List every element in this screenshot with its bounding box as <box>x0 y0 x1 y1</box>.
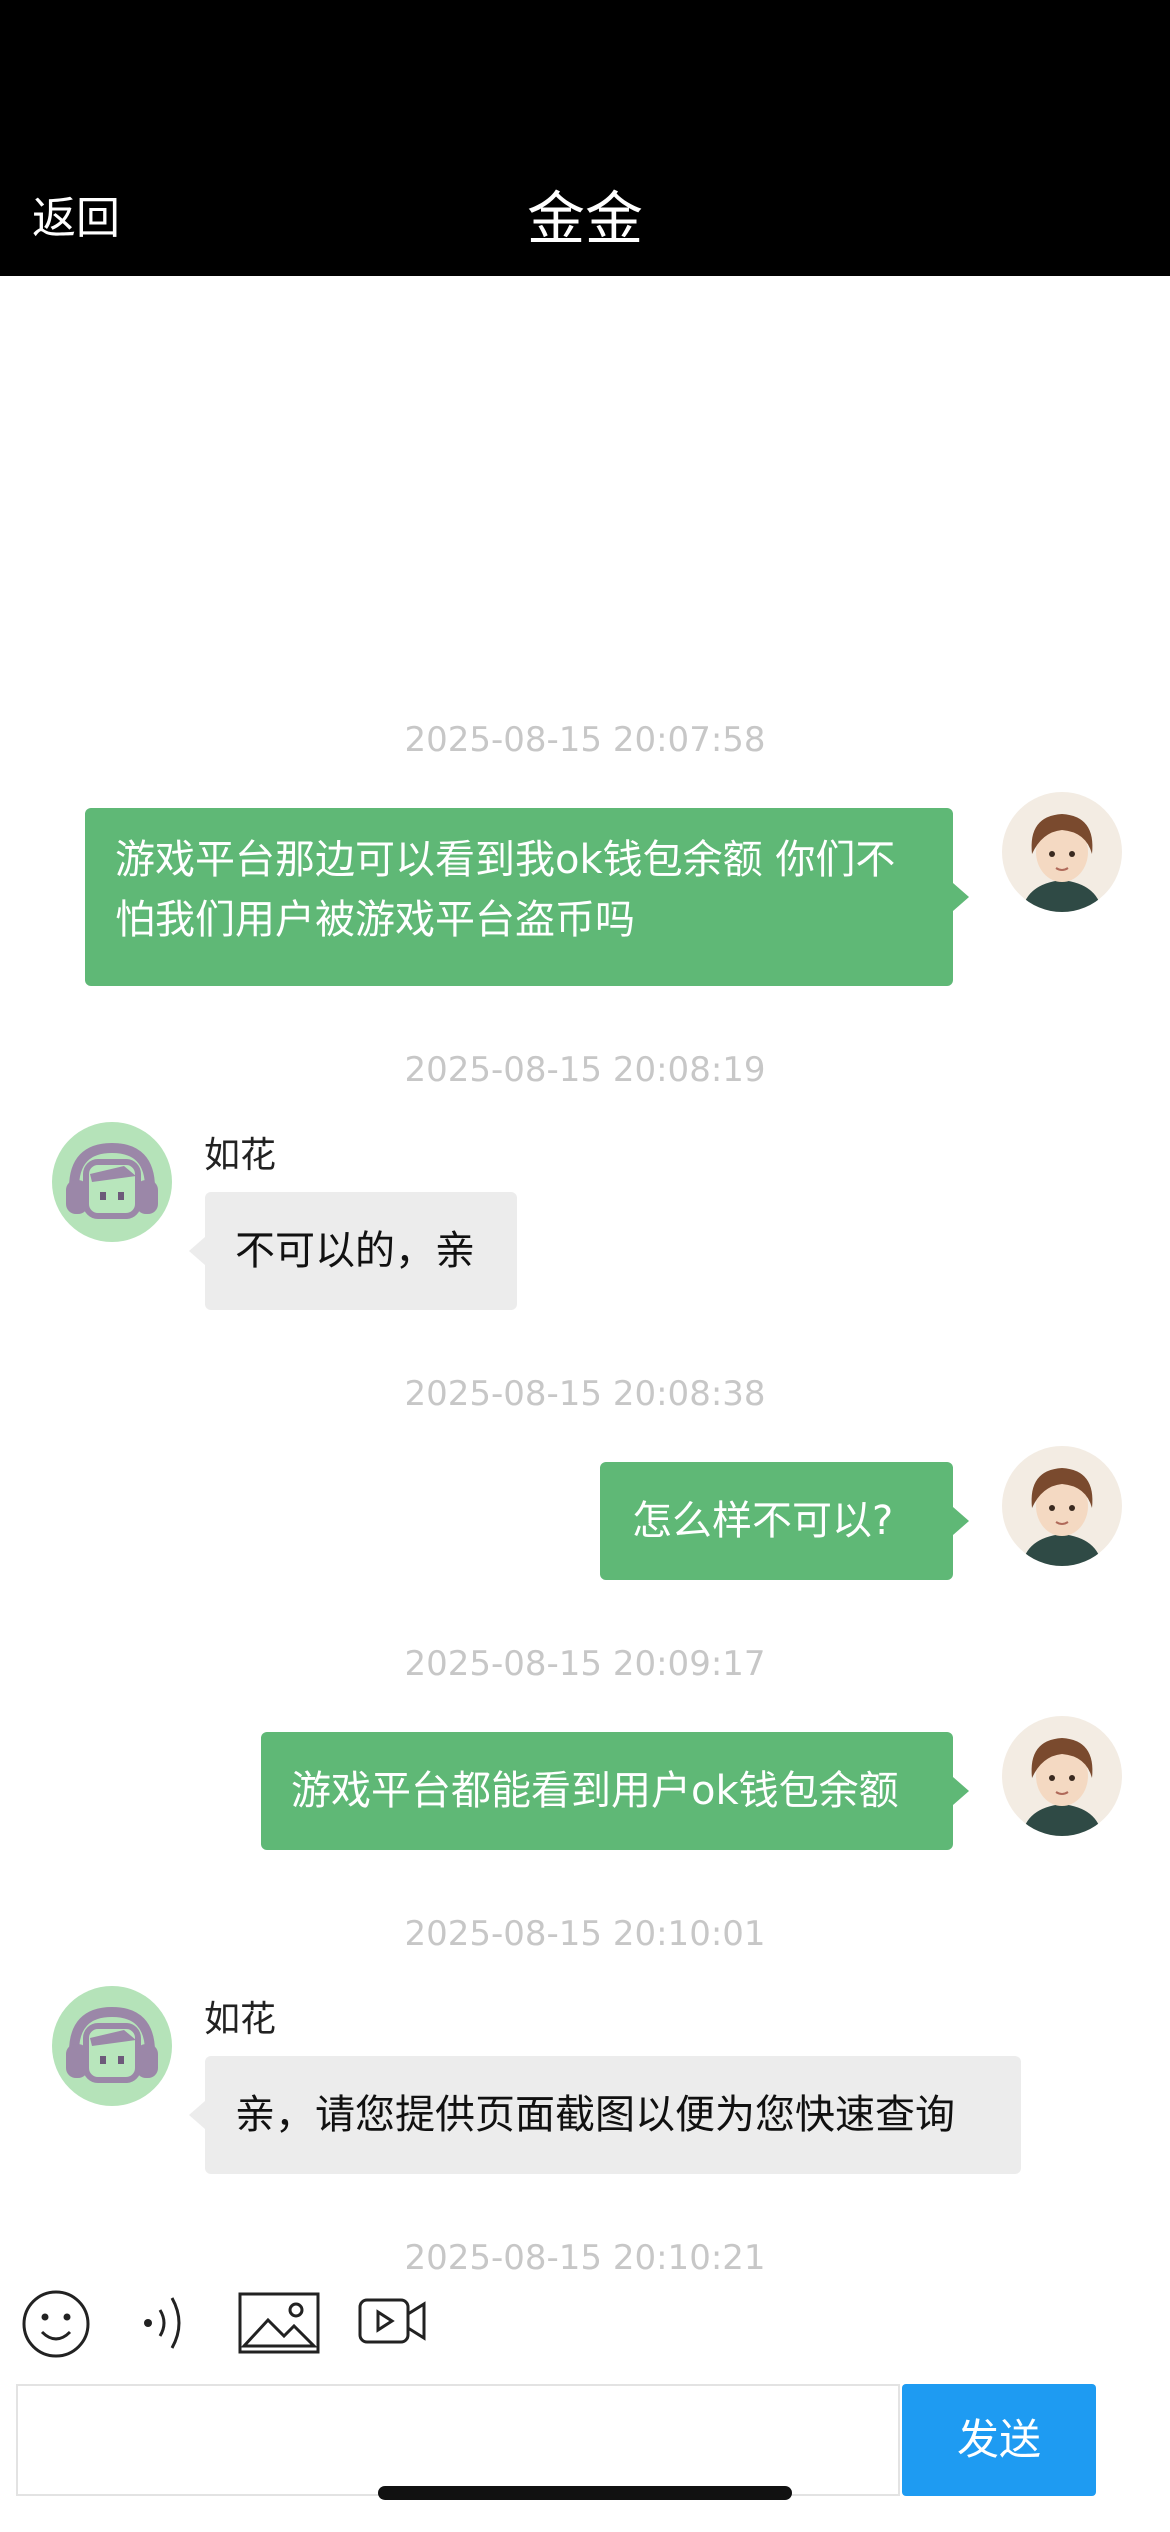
agent-avatar[interactable] <box>52 1122 172 1242</box>
user-avatar[interactable] <box>1002 792 1122 912</box>
sender-name: 如花 <box>204 1135 277 1176</box>
image-icon[interactable] <box>238 2292 320 2358</box>
voice-icon[interactable] <box>138 2290 194 2360</box>
incoming-message[interactable]: 不可以的，亲 <box>189 1192 517 1310</box>
emoji-icon[interactable] <box>20 2288 92 2364</box>
message-input[interactable] <box>16 2384 900 2496</box>
message-timestamp: 2025-08-15 20:08:38 <box>404 1374 766 1414</box>
message-timestamp: 2025-08-15 20:10:21 <box>404 2238 766 2278</box>
header-bar: 返回 金金 <box>0 0 1170 276</box>
video-icon[interactable] <box>358 2294 428 2350</box>
send-button[interactable]: 发送 <box>902 2384 1096 2496</box>
message-timestamp: 2025-08-15 20:10:01 <box>404 1914 766 1954</box>
message-timestamp: 2025-08-15 20:07:58 <box>404 720 766 760</box>
message-timestamp: 2025-08-15 20:08:19 <box>404 1050 766 1090</box>
user-avatar[interactable] <box>1002 1716 1122 1836</box>
incoming-message[interactable]: 亲，请您提供页面截图以便为您快速查询 <box>189 2056 1021 2174</box>
message-timestamp: 2025-08-15 20:09:17 <box>404 1644 766 1684</box>
agent-avatar[interactable] <box>52 1986 172 2106</box>
user-avatar[interactable] <box>1002 1446 1122 1566</box>
sender-name: 如花 <box>204 1999 277 2040</box>
home-indicator[interactable] <box>378 2486 792 2500</box>
page-title: 金金 <box>526 185 643 253</box>
outgoing-message[interactable]: 游戏平台那边可以看到我ok钱包余额 你们不怕我们用户被游戏平台盗币吗 <box>85 808 969 986</box>
outgoing-message[interactable]: 游戏平台都能看到用户ok钱包余额 <box>261 1732 969 1850</box>
outgoing-message[interactable]: 怎么样不可以? <box>600 1462 969 1580</box>
